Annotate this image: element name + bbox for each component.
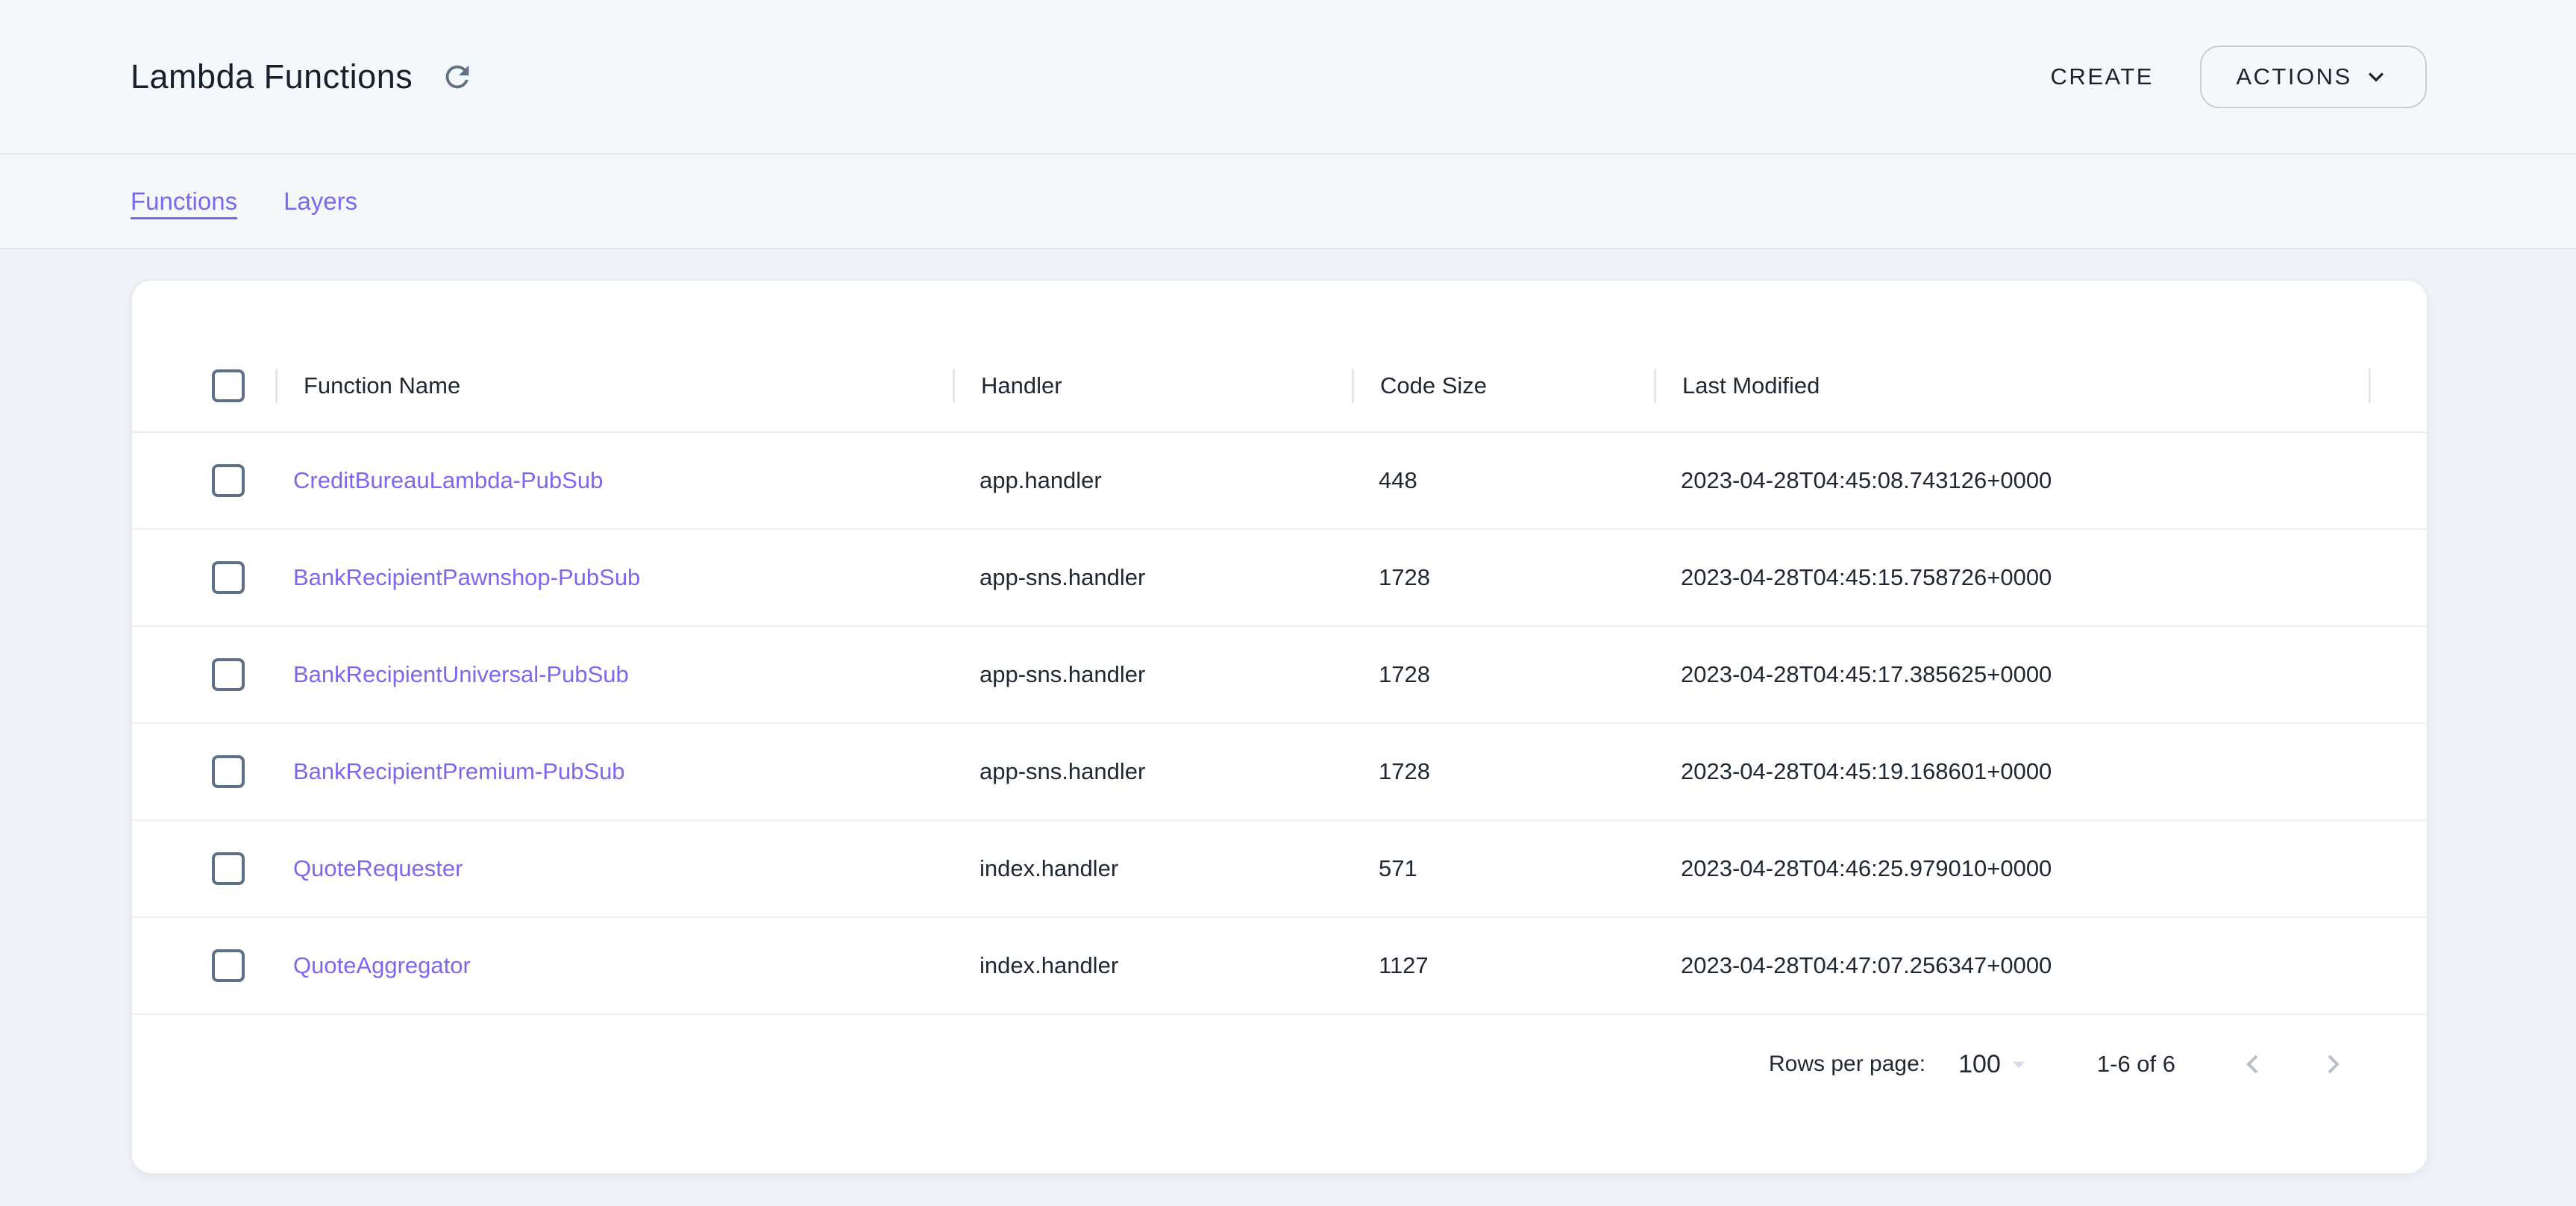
pagination-range: 1-6 of 6 <box>2097 1051 2175 1078</box>
function-name-cell: BankRecipientPremium-PubSub <box>275 724 953 819</box>
row-spacer-cell <box>2369 433 2428 528</box>
row-spacer-cell <box>2369 821 2428 916</box>
table-row: CreditBureauLambda-PubSub app.handler 44… <box>132 433 2427 530</box>
row-spacer-cell <box>2369 530 2428 625</box>
title-wrap: Lambda Functions <box>131 57 475 96</box>
table-row: BankRecipientPremium-PubSub app-sns.hand… <box>132 724 2427 821</box>
code-size-cell: 448 <box>1352 433 1654 528</box>
actions-button[interactable]: ACTIONS <box>2200 46 2427 108</box>
column-header-label: Handler <box>981 372 1062 399</box>
row-select-cell <box>132 821 275 916</box>
function-name-cell: BankRecipientPawnshop-PubSub <box>275 530 953 625</box>
function-name-link[interactable]: CreditBureauLambda-PubSub <box>293 467 603 494</box>
table-row: QuoteRequester index.handler 571 2023-04… <box>132 821 2427 918</box>
header-actions: CREATE ACTIONS <box>2051 46 2427 108</box>
row-select-cell <box>132 433 275 528</box>
function-name-cell: QuoteAggregator <box>275 918 953 1013</box>
page-title: Lambda Functions <box>131 57 413 96</box>
chevron-left-icon <box>2235 1046 2271 1082</box>
handler-cell: app-sns.handler <box>953 530 1352 625</box>
row-checkbox[interactable] <box>212 561 245 594</box>
handler-cell: app.handler <box>953 433 1352 528</box>
table-header-row: Function Name Handler Code Size Last Mod… <box>132 340 2427 433</box>
last-modified-cell: 2023-04-28T04:47:07.256347+0000 <box>1654 918 2369 1013</box>
page-header: Lambda Functions CREATE ACTIONS <box>0 0 2576 154</box>
column-header-last-modified[interactable]: Last Modified <box>1654 340 2369 431</box>
chevron-down-icon <box>2361 62 2391 92</box>
handler-cell: index.handler <box>953 821 1352 916</box>
tab-functions[interactable]: Functions <box>131 187 237 216</box>
table-body: CreditBureauLambda-PubSub app.handler 44… <box>132 433 2427 1015</box>
function-name-link[interactable]: BankRecipientUniversal-PubSub <box>293 661 629 688</box>
previous-page-button[interactable] <box>2234 1045 2272 1084</box>
code-size-cell: 1728 <box>1352 724 1654 819</box>
refresh-icon <box>440 60 474 94</box>
row-checkbox[interactable] <box>212 852 245 885</box>
lambda-functions-page: Lambda Functions CREATE ACTIONS <box>0 0 2576 1175</box>
code-size-cell: 571 <box>1352 821 1654 916</box>
code-size-cell: 1127 <box>1352 918 1654 1013</box>
last-modified-cell: 2023-04-28T04:45:19.168601+0000 <box>1654 724 2369 819</box>
row-checkbox[interactable] <box>212 658 245 691</box>
next-page-button[interactable] <box>2313 1045 2352 1084</box>
create-button[interactable]: CREATE <box>2051 63 2154 90</box>
table-row: BankRecipientUniversal-PubSub app-sns.ha… <box>132 627 2427 724</box>
column-header-label: Code Size <box>1380 372 1487 399</box>
column-header-label: Last Modified <box>1682 372 1820 399</box>
arrow-dropdown-icon <box>2004 1049 2034 1079</box>
function-name-cell: CreditBureauLambda-PubSub <box>275 433 953 528</box>
actions-button-label: ACTIONS <box>2236 63 2351 90</box>
function-name-link[interactable]: BankRecipientPremium-PubSub <box>293 758 625 785</box>
row-select-cell <box>132 530 275 625</box>
row-spacer-cell <box>2369 627 2428 722</box>
column-header-label: Function Name <box>304 372 460 399</box>
column-header-handler[interactable]: Handler <box>953 340 1352 431</box>
functions-table-card: Function Name Handler Code Size Last Mod… <box>131 279 2428 1175</box>
handler-cell: app-sns.handler <box>953 627 1352 722</box>
last-modified-cell: 2023-04-28T04:45:15.758726+0000 <box>1654 530 2369 625</box>
content-area: Function Name Handler Code Size Last Mod… <box>0 249 2576 1175</box>
function-name-link[interactable]: QuoteAggregator <box>293 952 471 979</box>
chevron-right-icon <box>2315 1046 2351 1082</box>
table-row: BankRecipientPawnshop-PubSub app-sns.han… <box>132 530 2427 627</box>
tabs-bar: Functions Layers <box>0 154 2576 249</box>
last-modified-cell: 2023-04-28T04:46:25.979010+0000 <box>1654 821 2369 916</box>
column-header-function-name[interactable]: Function Name <box>275 340 953 431</box>
table-footer: Rows per page: 100 1-6 of 6 <box>132 1015 2427 1175</box>
row-checkbox[interactable] <box>212 464 245 497</box>
table-row: QuoteAggregator index.handler 1127 2023-… <box>132 918 2427 1015</box>
handler-cell: app-sns.handler <box>953 724 1352 819</box>
row-checkbox[interactable] <box>212 755 245 788</box>
tab-layers[interactable]: Layers <box>283 187 357 216</box>
code-size-cell: 1728 <box>1352 627 1654 722</box>
row-select-cell <box>132 918 275 1013</box>
last-modified-cell: 2023-04-28T04:45:08.743126+0000 <box>1654 433 2369 528</box>
select-all-cell <box>132 340 275 431</box>
select-all-checkbox[interactable] <box>212 369 245 402</box>
rows-per-page-label: Rows per page: <box>1769 1052 1925 1077</box>
function-name-cell: BankRecipientUniversal-PubSub <box>275 627 953 722</box>
row-checkbox[interactable] <box>212 949 245 982</box>
function-name-link[interactable]: BankRecipientPawnshop-PubSub <box>293 564 640 591</box>
row-select-cell <box>132 724 275 819</box>
code-size-cell: 1728 <box>1352 530 1654 625</box>
refresh-button[interactable] <box>439 59 475 95</box>
row-select-cell <box>132 627 275 722</box>
function-name-cell: QuoteRequester <box>275 821 953 916</box>
column-header-spacer <box>2369 340 2428 431</box>
row-spacer-cell <box>2369 724 2428 819</box>
column-header-code-size[interactable]: Code Size <box>1352 340 1654 431</box>
function-name-link[interactable]: QuoteRequester <box>293 855 463 882</box>
row-spacer-cell <box>2369 918 2428 1013</box>
handler-cell: index.handler <box>953 918 1352 1013</box>
last-modified-cell: 2023-04-28T04:45:17.385625+0000 <box>1654 627 2369 722</box>
rows-per-page-select[interactable]: 100 <box>1958 1049 2034 1079</box>
rows-per-page-value: 100 <box>1958 1050 2001 1079</box>
